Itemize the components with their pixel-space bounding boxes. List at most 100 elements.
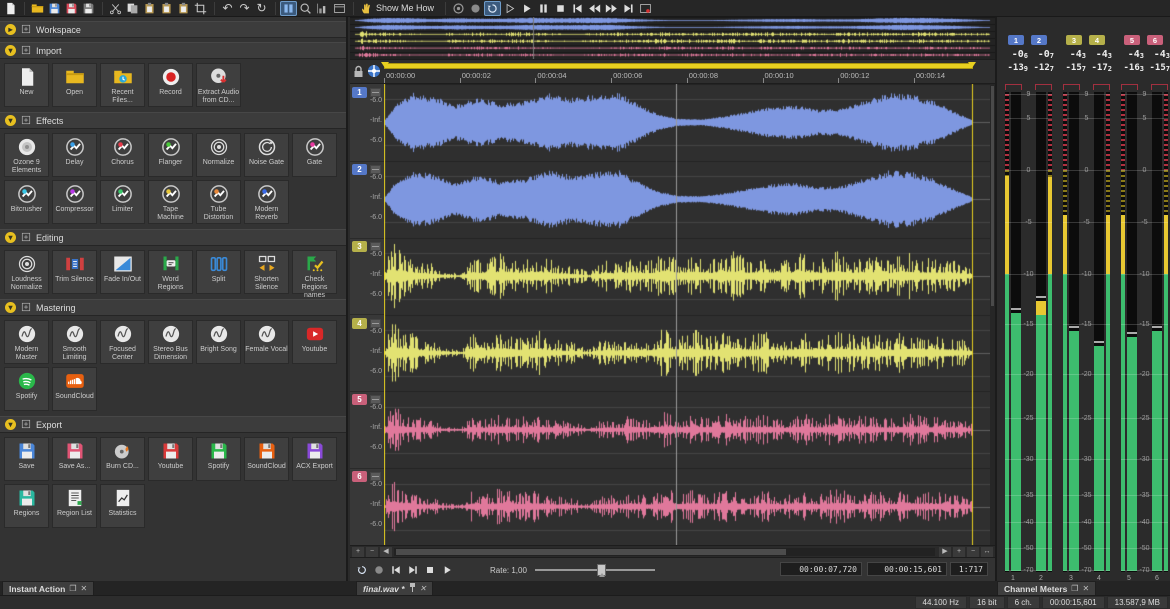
action-button-flanger[interactable]: Flanger (148, 133, 193, 177)
action-button-record[interactable]: Record (148, 63, 193, 107)
show-me-how-button[interactable] (358, 1, 375, 16)
loop-playback-button[interactable] (467, 1, 484, 16)
waveform-canvas[interactable] (384, 84, 990, 545)
rate-slider[interactable] (535, 569, 655, 571)
pause-button[interactable] (535, 1, 552, 16)
section-header-workspace[interactable]: ▸Workspace (0, 21, 346, 38)
section-header-export[interactable]: ▾Export (0, 416, 346, 433)
action-button-burn-cd[interactable]: Burn CD... (100, 437, 145, 481)
action-button-compressor[interactable]: Compressor (52, 180, 97, 224)
rewind-button[interactable] (586, 1, 603, 16)
action-button-youtube[interactable]: Youtube (148, 437, 193, 481)
zoom-out-button[interactable]: − (366, 547, 378, 557)
scroll-right-button[interactable]: ▶ (939, 547, 951, 557)
action-button-female-vocal[interactable]: Female Vocal (244, 320, 289, 364)
channel-minimize-button[interactable]: — (370, 88, 381, 97)
action-button-bright-song[interactable]: Bright Song (196, 320, 241, 364)
play-button[interactable] (518, 1, 535, 16)
action-button-acx-export[interactable]: ACX Export (292, 437, 337, 481)
meter-channel-badge-1[interactable]: 1 (1008, 35, 1024, 45)
action-button-regions[interactable]: Regions (4, 484, 49, 528)
action-button-open[interactable]: Open (52, 63, 97, 107)
statistics-window-button[interactable] (314, 1, 331, 16)
zoom-tool-button[interactable] (297, 1, 314, 16)
repeat-button[interactable]: ↻ (253, 1, 270, 16)
undock-icon[interactable]: ❐ (69, 584, 76, 593)
copy-button[interactable] (124, 1, 141, 16)
horizontal-scrollbar-track[interactable] (394, 548, 935, 556)
close-icon[interactable]: ✕ (81, 584, 88, 593)
close-icon[interactable]: ✕ (420, 584, 427, 593)
action-button-delay[interactable]: Delay (52, 133, 97, 177)
action-button-extract-audio-from-cd[interactable]: Extract Audio from CD... (196, 63, 241, 107)
section-header-editing[interactable]: ▾Editing (0, 229, 346, 246)
section-header-mastering[interactable]: ▾Mastering (0, 299, 346, 316)
action-button-focused-center[interactable]: Focused Center (100, 320, 145, 364)
zoom-in-button[interactable]: + (352, 547, 364, 557)
action-button-region-list[interactable]: Region List (52, 484, 97, 528)
loop-playback-button[interactable] (354, 563, 369, 577)
action-button-spotify[interactable]: Spotify (196, 437, 241, 481)
selection-end-marker[interactable] (968, 62, 976, 68)
stop-button[interactable] (422, 563, 437, 577)
action-button-soundcloud[interactable]: SoundCloud (52, 367, 97, 411)
action-button-save-as[interactable]: Save As... (52, 437, 97, 481)
action-button-gate[interactable]: Gate (292, 133, 337, 177)
horizontal-scrollbar[interactable]: + − ◀ ▶ + − ↔ (350, 545, 995, 557)
go-to-end-button[interactable] (620, 1, 637, 16)
action-button-new[interactable]: New (4, 63, 49, 107)
action-button-tube-distortion[interactable]: Tube Distortion (196, 180, 241, 224)
tab-channel-meters[interactable]: Channel Meters ❐ ✕ (997, 581, 1096, 595)
play-all-button[interactable] (501, 1, 518, 16)
action-button-fade-in-out[interactable]: Fade In/Out (100, 250, 145, 294)
undock-icon[interactable]: ❐ (1071, 584, 1078, 593)
undo-button[interactable]: ↶ (219, 1, 236, 16)
tab-final-wav[interactable]: final.wav * ✕ (356, 581, 433, 595)
action-button-modern-reverb[interactable]: Modern Reverb (244, 180, 289, 224)
record-button[interactable] (371, 563, 386, 577)
go-to-start-button[interactable] (569, 1, 586, 16)
window-layout-button[interactable] (331, 1, 348, 16)
action-button-save[interactable]: Save (4, 437, 49, 481)
save-as-button[interactable] (63, 1, 80, 16)
chevron-down-icon[interactable]: ▾ (5, 232, 16, 243)
redo-button[interactable]: ↷ (236, 1, 253, 16)
meter-channel-badge-4[interactable]: 4 (1089, 35, 1105, 45)
tab-instant-action[interactable]: Instant Action ❐ ✕ (2, 581, 94, 595)
channel-minimize-button[interactable]: — (370, 165, 381, 174)
channel-badge-3[interactable]: 3 (352, 241, 367, 252)
new-button[interactable] (2, 1, 19, 16)
overview-strip[interactable] (350, 17, 995, 59)
selection-bar[interactable] (384, 63, 973, 69)
scroll-left-button[interactable]: ◀ (380, 547, 392, 557)
channel-minimize-button[interactable]: — (370, 242, 381, 251)
channel-minimize-button[interactable]: — (370, 395, 381, 404)
close-icon[interactable]: ✕ (1082, 584, 1089, 593)
meter-channel-badge-6[interactable]: 6 (1147, 35, 1163, 45)
action-button-noise-gate[interactable]: Noise Gate (244, 133, 289, 177)
zoom-in-button-2[interactable]: + (953, 547, 965, 557)
action-button-limiter[interactable]: Limiter (100, 180, 145, 224)
save-button[interactable] (46, 1, 63, 16)
channel-minimize-button[interactable]: — (370, 319, 381, 328)
lock-icon[interactable] (353, 65, 364, 80)
action-button-shorten-silence[interactable]: Shorten Silence (244, 250, 289, 294)
vertical-scrollbar-thumb[interactable] (991, 86, 994, 306)
section-header-effects[interactable]: ▾Effects (0, 112, 346, 129)
action-button-ozone-9-elements[interactable]: Ozone 9 Elements (4, 133, 49, 177)
stop-button[interactable] (552, 1, 569, 16)
chevron-down-icon[interactable]: ▾ (5, 115, 16, 126)
paste-mix-button[interactable] (175, 1, 192, 16)
cut-button[interactable] (107, 1, 124, 16)
action-button-stereo-bus-dimension[interactable]: Stereo Bus Dimension (148, 320, 193, 364)
zoom-out-button-2[interactable]: − (967, 547, 979, 557)
chevron-right-icon[interactable]: ▸ (5, 24, 16, 35)
channel-minimize-button[interactable]: — (370, 472, 381, 481)
meter-channel-badge-3[interactable]: 3 (1066, 35, 1082, 45)
action-button-trim-silence[interactable]: Trim Silence (52, 250, 97, 294)
action-button-word-regions[interactable]: Word Regions (148, 250, 193, 294)
record-button[interactable] (450, 1, 467, 16)
action-button-tape-machine[interactable]: Tape Machine (148, 180, 193, 224)
save-all-button[interactable] (80, 1, 97, 16)
time-ruler[interactable]: 00:00:0000:00:0200:00:0400:00:0600:00:08… (350, 59, 995, 84)
